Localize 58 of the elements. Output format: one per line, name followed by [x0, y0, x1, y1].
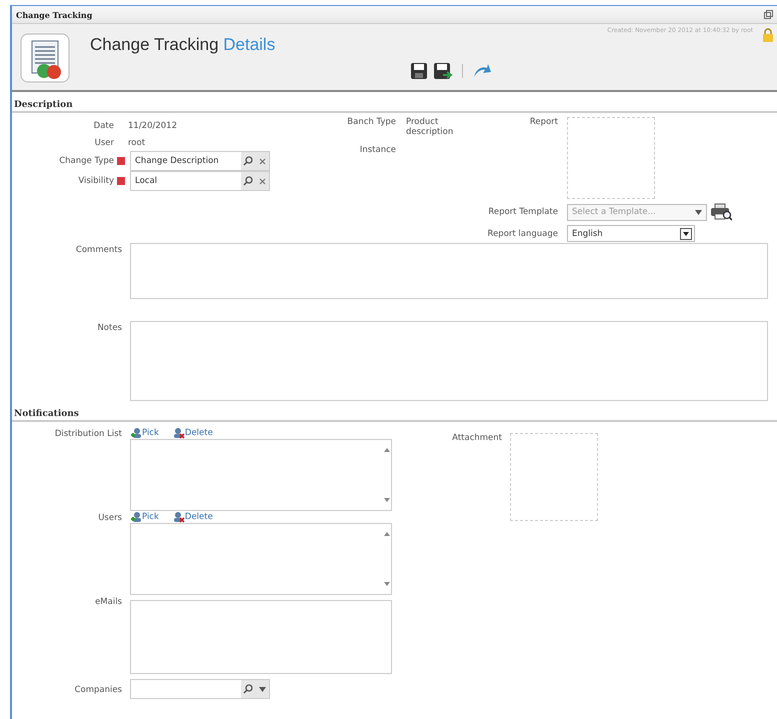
- lookup-field[interactable]: Change Description: [130, 151, 270, 171]
- field-label: Notes: [96, 322, 122, 333]
- comments-field[interactable]: [130, 243, 768, 299]
- notes-field[interactable]: [130, 321, 768, 401]
- restore-icon[interactable]: [764, 10, 773, 19]
- template-dropdown[interactable]: Select a Template...: [567, 204, 707, 220]
- field-label: Instance: [358, 145, 396, 155]
- field-label: Attachment: [451, 433, 502, 443]
- field-label: Date: [92, 120, 114, 130]
- search-icon[interactable]: [243, 684, 253, 694]
- user-remove-icon: [172, 427, 185, 439]
- field-label: User: [94, 138, 114, 148]
- field-label: Report language: [486, 228, 558, 238]
- lookup-field[interactable]: Local: [130, 171, 270, 191]
- field-label: Report: [528, 117, 558, 127]
- delete-link[interactable]: Delete: [172, 427, 213, 439]
- section-heading: Notifications: [12, 409, 777, 422]
- field-label: Report Template: [487, 207, 558, 217]
- search-icon[interactable]: [243, 156, 253, 166]
- field-value: root: [128, 138, 146, 148]
- page-title: Change Tracking Details: [90, 35, 276, 55]
- field-value: 11/20/2012: [128, 120, 177, 130]
- window-title: Change Tracking: [16, 10, 92, 20]
- delete-link[interactable]: Delete: [172, 511, 213, 523]
- scroll-up-icon[interactable]: [384, 532, 390, 536]
- field-label: Distribution List: [54, 428, 122, 439]
- undo-arrow-icon[interactable]: [472, 63, 492, 79]
- pick-link[interactable]: Pick: [130, 511, 159, 523]
- field-value: Product description: [406, 117, 454, 137]
- save-and-close-icon[interactable]: [433, 62, 453, 80]
- section-heading: Description: [12, 100, 777, 113]
- emails-field[interactable]: [130, 600, 392, 674]
- document-icon: [20, 33, 70, 83]
- caret-icon: [683, 232, 689, 236]
- user-add-icon: [130, 427, 142, 439]
- user-add-icon: [130, 511, 142, 523]
- field-label: Banch Type: [346, 117, 396, 129]
- scroll-down-icon[interactable]: [384, 582, 390, 586]
- user-remove-icon: [172, 511, 185, 523]
- companies-field[interactable]: [130, 679, 270, 699]
- caret-icon: [695, 210, 702, 214]
- clear-icon[interactable]: [258, 178, 266, 184]
- field-label: Companies: [74, 684, 122, 695]
- field-label: Change Type: [58, 156, 114, 166]
- field-label: Users: [97, 512, 122, 523]
- field-label: eMails: [94, 596, 122, 607]
- lock-icon[interactable]: [762, 28, 774, 42]
- pick-link[interactable]: Pick: [130, 427, 159, 439]
- scroll-up-icon[interactable]: [384, 448, 390, 452]
- field-label: Visibility: [77, 176, 114, 186]
- field-label: Comments: [74, 244, 122, 255]
- clear-icon[interactable]: [258, 158, 266, 164]
- scroll-down-icon[interactable]: [384, 498, 390, 502]
- search-icon[interactable]: [243, 176, 253, 186]
- save-icon[interactable]: [410, 62, 428, 80]
- language-dropdown[interactable]: English: [567, 225, 695, 242]
- print-preview-icon[interactable]: [710, 203, 732, 221]
- caret-icon[interactable]: [258, 686, 266, 692]
